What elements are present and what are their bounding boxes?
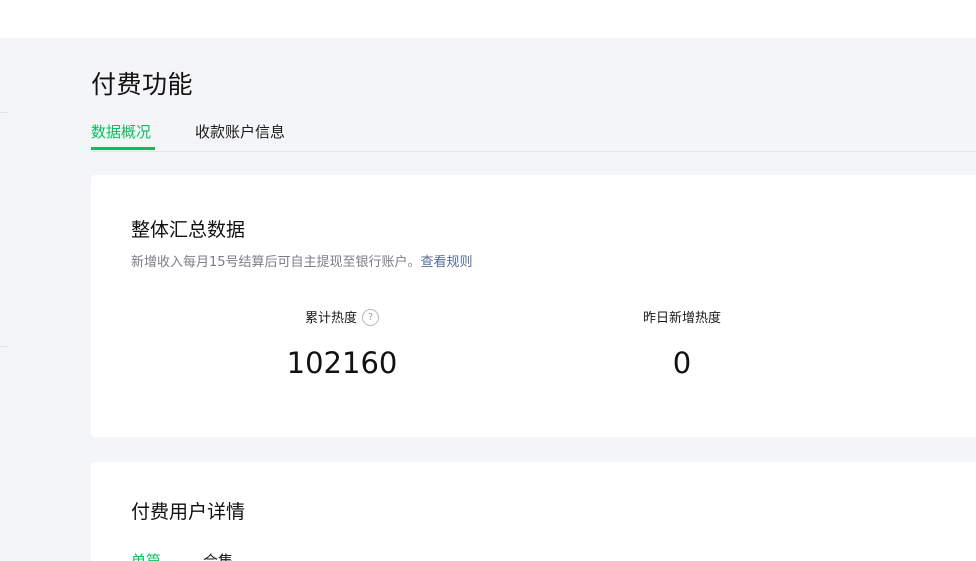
stat-value: 0	[672, 346, 692, 380]
sidebar-divider	[0, 112, 8, 113]
tab-payment-account-info[interactable]: 收款账户信息	[195, 121, 285, 142]
tab-data-overview[interactable]: 数据概况	[91, 121, 151, 142]
question-circle-icon[interactable]: ?	[362, 309, 379, 326]
paid-users-title: 付费用户详情	[131, 501, 246, 523]
top-bar	[0, 0, 976, 38]
main-content: 付费功能 数据概况 收款账户信息 整体汇总数据 新增收入每月15号结算后可自主提…	[0, 38, 976, 561]
paid-users-card: 付费用户详情 单篇 合集	[91, 462, 976, 561]
stat-label: 累计热度?	[222, 309, 462, 329]
stat-value: 102160	[286, 346, 398, 380]
tab-bar: 数据概况 收款账户信息	[91, 118, 976, 152]
stat-label-text: 累计热度	[304, 311, 357, 326]
summary-description: 新增收入每月15号结算后可自主提现至银行账户。查看规则	[131, 251, 473, 270]
stat-label: 昨日新增热度	[642, 311, 721, 326]
summary-description-text: 新增收入每月15号结算后可自主提现至银行账户。	[131, 255, 421, 270]
sidebar-divider	[0, 346, 8, 347]
summary-title: 整体汇总数据	[131, 219, 246, 241]
active-tab-indicator	[91, 147, 155, 150]
stat-total-heat: 累计热度? 102160	[222, 309, 462, 380]
page-title: 付费功能	[91, 70, 194, 99]
tab-single-article[interactable]: 单篇	[131, 550, 161, 561]
view-rules-link[interactable]: 查看规则	[421, 255, 473, 270]
stat-yesterday-heat: 昨日新增热度 0	[562, 309, 802, 380]
summary-card: 整体汇总数据 新增收入每月15号结算后可自主提现至银行账户。查看规则 累计热度?…	[91, 175, 976, 437]
tab-collection[interactable]: 合集	[203, 550, 233, 561]
